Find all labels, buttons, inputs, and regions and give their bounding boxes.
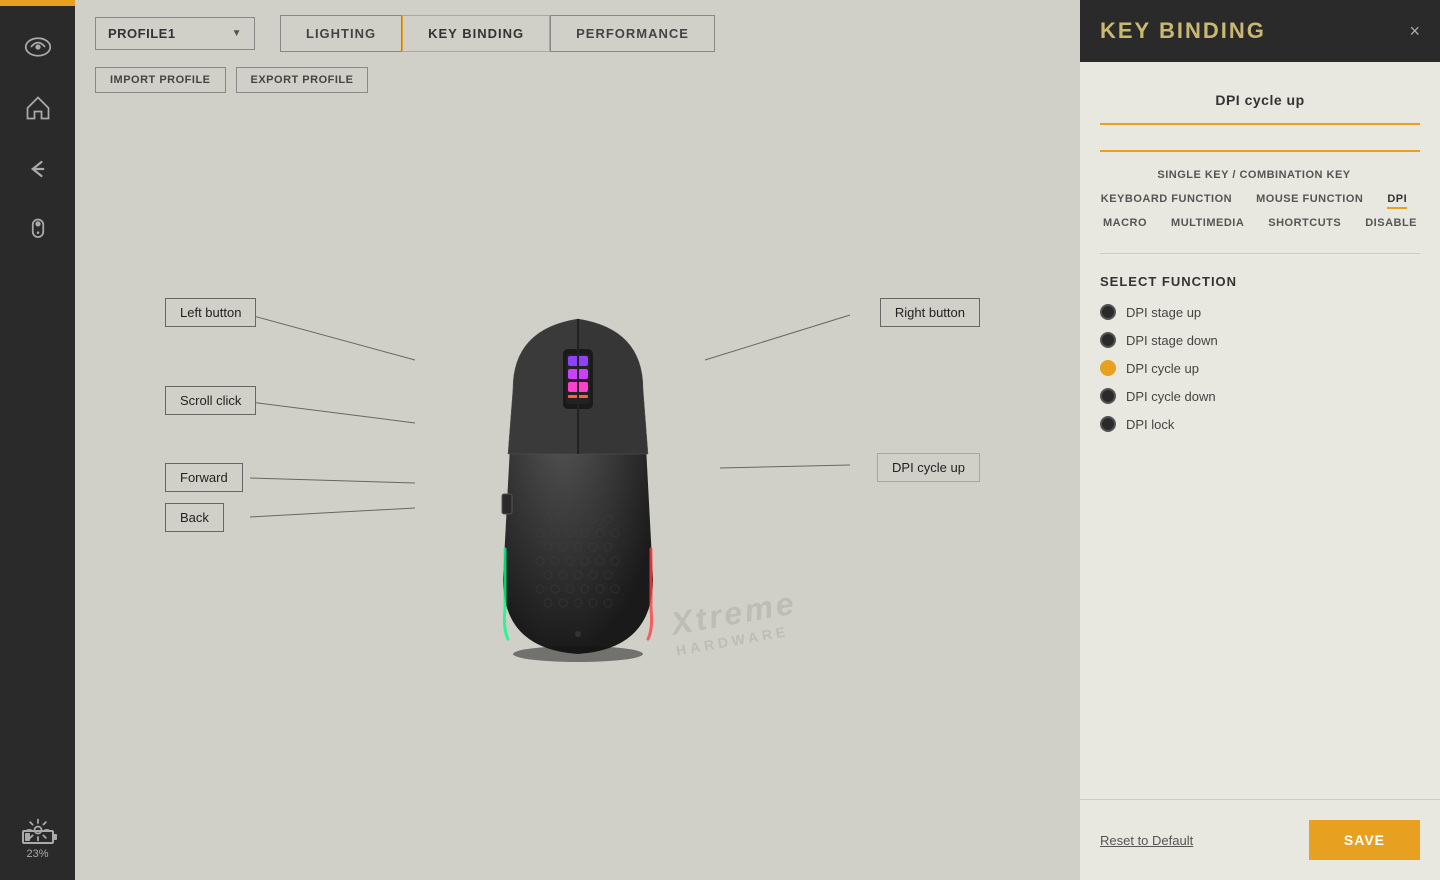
import-profile-button[interactable]: IMPORT PROFILE [95, 67, 226, 93]
function-label-dpi-cycle-up: DPI cycle up [1126, 361, 1199, 376]
right-panel-content: DPI cycle up SINGLE KEY / COMBINATION KE… [1080, 62, 1440, 799]
right-button-label[interactable]: Right button [880, 298, 980, 327]
radio-dpi-stage-up [1100, 304, 1116, 320]
main-area: PROFILE1 ▼ LIGHTING KEY BINDING PERFORMA… [75, 0, 1080, 880]
export-profile-button[interactable]: EXPORT PROFILE [236, 67, 369, 93]
radio-dpi-stage-down [1100, 332, 1116, 348]
performance-tab[interactable]: PERFORMANCE [550, 15, 715, 52]
select-function-title: SELECT FUNCTION [1100, 274, 1420, 289]
radio-dpi-cycle-up [1100, 360, 1116, 376]
function-list: DPI stage up DPI stage down DPI cycle up… [1100, 304, 1420, 432]
dropdown-arrow-icon: ▼ [232, 28, 242, 39]
lighting-tab[interactable]: LIGHTING [280, 15, 402, 52]
category-multimedia[interactable]: MULTIMEDIA [1171, 215, 1244, 233]
dpi-cycle-up-label[interactable]: DPI cycle up [877, 453, 980, 482]
section-divider [1100, 253, 1420, 254]
function-item-dpi-cycle-down[interactable]: DPI cycle down [1100, 388, 1420, 404]
category-single-key[interactable]: SINGLE KEY / COMBINATION KEY [1157, 167, 1350, 185]
binding-categories: SINGLE KEY / COMBINATION KEY KEYBOARD FU… [1100, 167, 1420, 233]
function-item-dpi-cycle-up[interactable]: DPI cycle up [1100, 360, 1420, 376]
profile-actions: IMPORT PROFILE EXPORT PROFILE [75, 67, 1080, 108]
settings-icon[interactable] [15, 807, 60, 852]
right-panel-title: KEY BINDING [1100, 18, 1266, 44]
category-dpi[interactable]: DPI [1387, 191, 1407, 209]
back-label[interactable]: Back [165, 503, 224, 532]
category-macro[interactable]: MACRO [1103, 215, 1147, 233]
device-icon[interactable] [15, 207, 60, 252]
radio-dpi-cycle-down [1100, 388, 1116, 404]
profile-dropdown[interactable]: PROFILE1 ▼ [95, 17, 255, 50]
category-keyboard[interactable]: KEYBOARD FUNCTION [1101, 191, 1232, 209]
header: PROFILE1 ▼ LIGHTING KEY BINDING PERFORMA… [75, 0, 1080, 67]
mouse-image [468, 299, 688, 674]
save-button[interactable]: SAVE [1309, 820, 1420, 860]
function-item-dpi-stage-up[interactable]: DPI stage up [1100, 304, 1420, 320]
left-button-label[interactable]: Left button [165, 298, 256, 327]
right-panel-footer: Reset to Default SAVE [1080, 799, 1440, 880]
reset-to-default-button[interactable]: Reset to Default [1100, 833, 1193, 848]
function-label-dpi-stage-down: DPI stage down [1126, 333, 1218, 348]
key-binding-tab[interactable]: KEY BINDING [402, 15, 550, 52]
sidebar: 23% [0, 0, 75, 880]
scroll-click-label[interactable]: Scroll click [165, 386, 256, 415]
function-item-dpi-lock[interactable]: DPI lock [1100, 416, 1420, 432]
profile-label: PROFILE1 [108, 26, 176, 41]
function-label-dpi-stage-up: DPI stage up [1126, 305, 1201, 320]
selected-binding-label: DPI cycle up [1100, 82, 1420, 125]
logo-icon[interactable] [15, 24, 60, 69]
function-label-dpi-lock: DPI lock [1126, 417, 1174, 432]
back-icon[interactable] [15, 146, 60, 191]
right-panel: KEY BINDING × DPI cycle up SINGLE KEY / … [1080, 0, 1440, 880]
function-label-dpi-cycle-down: DPI cycle down [1126, 389, 1216, 404]
forward-label[interactable]: Forward [165, 463, 243, 492]
home-icon[interactable] [15, 85, 60, 130]
category-mouse[interactable]: MOUSE FUNCTION [1256, 191, 1363, 209]
radio-dpi-lock [1100, 416, 1116, 432]
mouse-area: Left button Scroll click Forward Back Ri… [75, 108, 1080, 880]
watermark: Xtreme HARDWARE [668, 585, 802, 659]
category-disable[interactable]: DISABLE [1365, 215, 1417, 233]
function-item-dpi-stage-down[interactable]: DPI stage down [1100, 332, 1420, 348]
close-button[interactable]: × [1409, 21, 1420, 42]
right-panel-header: KEY BINDING × [1080, 0, 1440, 62]
category-shortcuts[interactable]: SHORTCUTS [1268, 215, 1341, 233]
